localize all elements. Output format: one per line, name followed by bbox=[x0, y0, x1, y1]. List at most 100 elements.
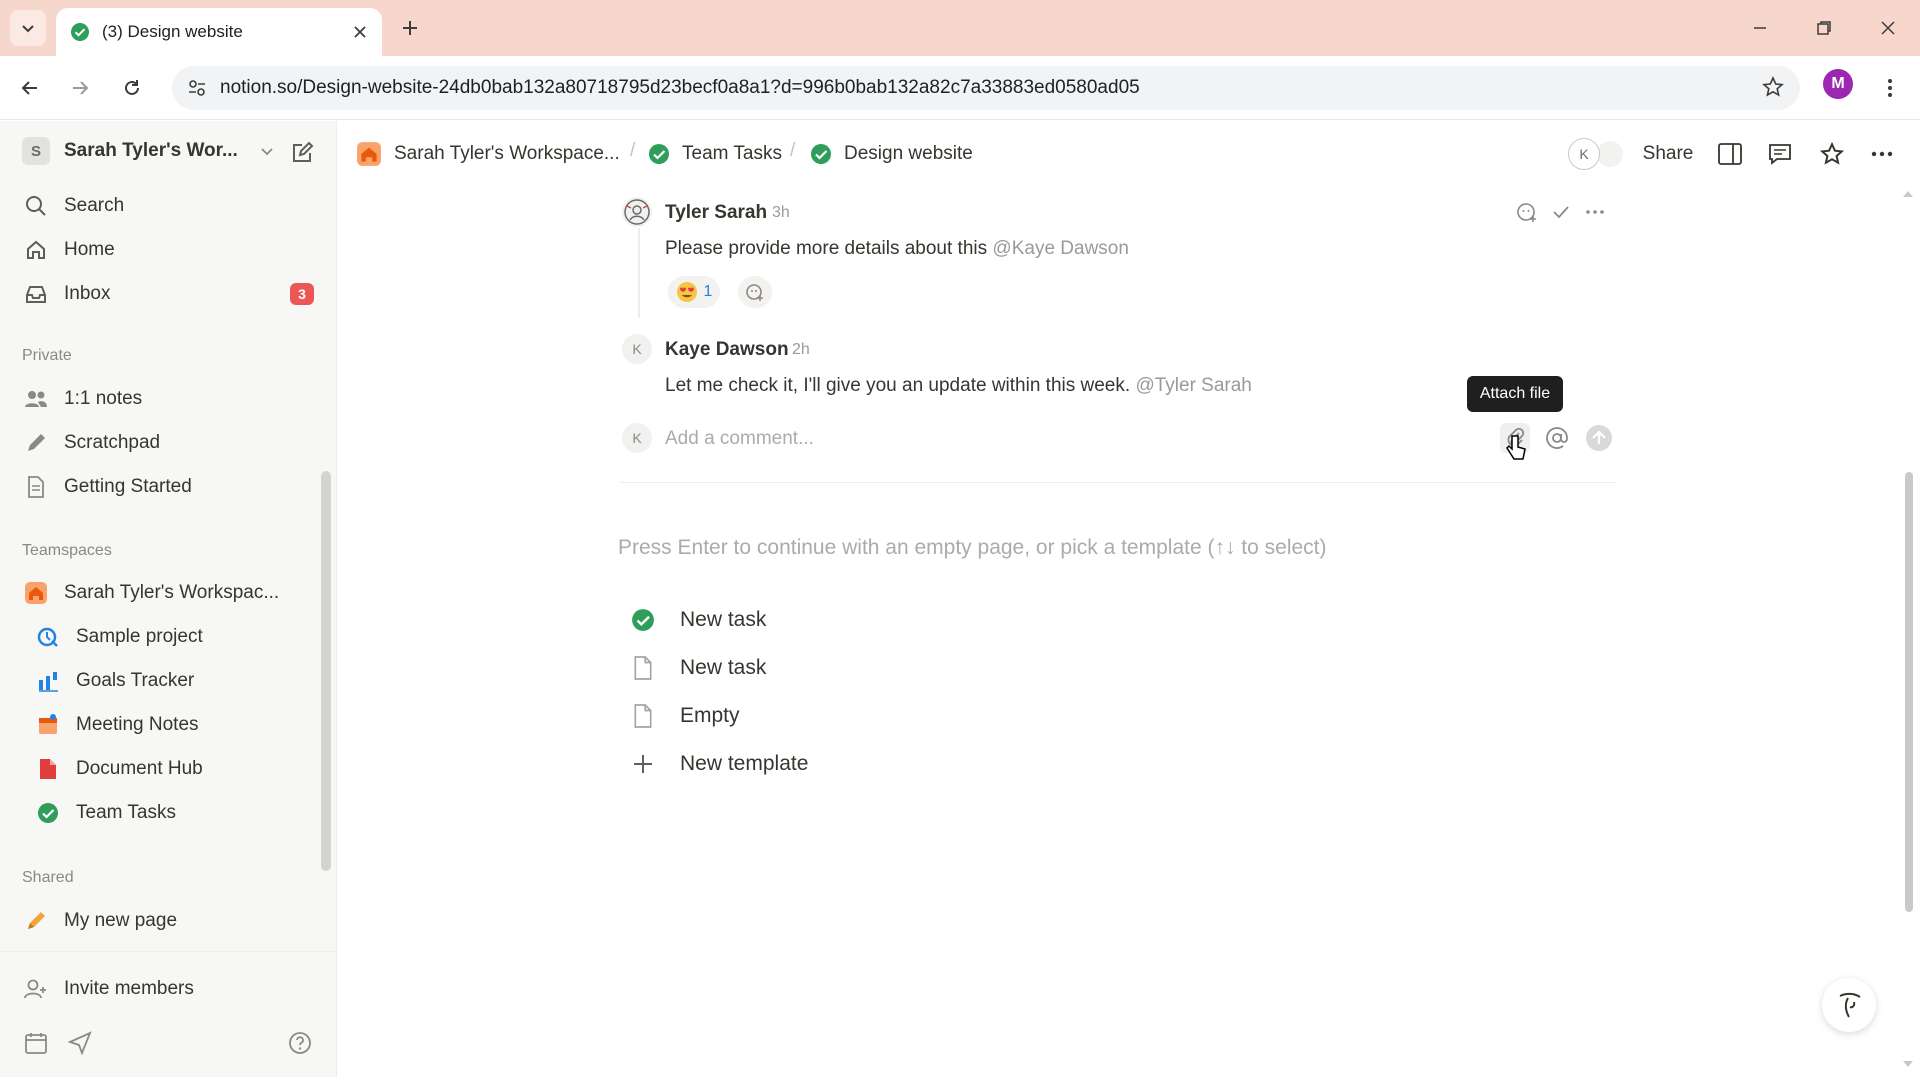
section-label-teamspaces[interactable]: Teamspaces bbox=[22, 542, 112, 560]
favorite-button[interactable] bbox=[1816, 138, 1848, 170]
arrow-right-icon bbox=[73, 81, 89, 95]
sidebar-item-label: Goals Tracker bbox=[76, 670, 195, 691]
main-scrollbar[interactable] bbox=[1900, 190, 1916, 1070]
sidebar-item-document-hub[interactable]: Document Hub bbox=[34, 751, 203, 787]
url-text: notion.so/Design-website-24db0bab132a807… bbox=[220, 77, 1140, 98]
avatar-illustration-icon bbox=[624, 199, 650, 225]
comment-reaction-button[interactable] bbox=[1512, 197, 1542, 227]
section-label-shared[interactable]: Shared bbox=[22, 869, 74, 887]
check-circle-icon bbox=[649, 144, 669, 164]
sidebar-item-teamspace[interactable]: Sarah Tyler's Workspac... bbox=[22, 575, 279, 611]
help-button[interactable] bbox=[288, 1031, 312, 1055]
help-icon bbox=[289, 1032, 311, 1054]
more-options-button[interactable] bbox=[1866, 138, 1898, 170]
restore-icon bbox=[1817, 21, 1831, 35]
comment-mention[interactable]: @Kaye Dawson bbox=[992, 238, 1129, 259]
share-button[interactable]: Share bbox=[1640, 138, 1696, 170]
sidebar-item-1-1-notes[interactable]: 1:1 notes bbox=[22, 381, 142, 417]
more-horizontal-icon bbox=[1586, 210, 1604, 214]
emoji-reaction[interactable]: 1 bbox=[668, 276, 720, 308]
sidebar-item-label: Home bbox=[64, 239, 115, 260]
project-icon bbox=[37, 627, 58, 647]
forward-button[interactable] bbox=[62, 70, 98, 106]
add-emoji-icon bbox=[746, 284, 763, 301]
breadcrumb-separator: / bbox=[790, 140, 796, 161]
breadcrumb-team-tasks[interactable]: Team Tasks bbox=[648, 140, 782, 168]
inbox-count-badge: 3 bbox=[290, 283, 314, 305]
breadcrumb-label: Sarah Tyler's Workspace... bbox=[394, 143, 620, 164]
presence-avatar[interactable]: K bbox=[1568, 138, 1600, 170]
breadcrumb-workspace[interactable]: Sarah Tyler's Workspace... bbox=[356, 140, 620, 168]
comment-avatar[interactable] bbox=[622, 197, 652, 227]
sidebar-item-inbox[interactable]: Inbox bbox=[22, 276, 110, 312]
comment-avatar[interactable]: K bbox=[622, 334, 652, 364]
section-label-private[interactable]: Private bbox=[22, 347, 72, 365]
site-info-icon[interactable] bbox=[186, 77, 208, 99]
template-option-new-task-blank[interactable]: New task bbox=[630, 652, 766, 684]
new-page-button[interactable] bbox=[290, 141, 314, 165]
plus-icon bbox=[403, 21, 417, 35]
sidebar-item-label: Team Tasks bbox=[76, 802, 176, 823]
sidebar-item-goals-tracker[interactable]: Goals Tracker bbox=[34, 663, 194, 699]
template-label: New task bbox=[680, 656, 767, 679]
add-comment-input[interactable]: Add a comment... bbox=[665, 428, 814, 450]
at-sign-icon bbox=[1546, 427, 1568, 449]
sidebar-item-sample-project[interactable]: Sample project bbox=[34, 619, 203, 655]
comment-author[interactable]: Tyler Sarah bbox=[665, 202, 767, 224]
presence-avatar-secondary bbox=[1597, 141, 1623, 167]
template-option-new-template[interactable]: New template bbox=[630, 748, 808, 780]
workspace-switcher[interactable]: S Sarah Tyler's Wor... bbox=[22, 137, 274, 165]
active-browser-tab[interactable]: (3) Design website bbox=[56, 8, 382, 56]
updates-button[interactable] bbox=[68, 1031, 92, 1055]
address-bar[interactable]: notion.so/Design-website-24db0bab132a807… bbox=[172, 66, 1800, 110]
close-tab-icon[interactable] bbox=[352, 24, 368, 40]
more-horizontal-icon bbox=[1871, 151, 1893, 157]
sidebar-item-getting-started[interactable]: Getting Started bbox=[22, 469, 192, 505]
sidebar-divider bbox=[0, 951, 336, 952]
close-icon bbox=[1881, 21, 1895, 35]
add-emoji-icon bbox=[1517, 203, 1536, 222]
comment-mention[interactable]: @Tyler Sarah bbox=[1135, 375, 1251, 396]
bookmark-star-icon[interactable] bbox=[1762, 76, 1784, 98]
invite-members-button[interactable]: Invite members bbox=[22, 971, 194, 1007]
new-tab-button[interactable] bbox=[396, 14, 424, 42]
sidebar-scrollbar[interactable] bbox=[320, 353, 332, 873]
sidebar-item-my-new-page[interactable]: My new page bbox=[22, 903, 177, 939]
breadcrumb-design-website[interactable]: Design website bbox=[810, 140, 973, 168]
template-label: New template bbox=[680, 752, 809, 775]
template-label: Empty bbox=[680, 704, 740, 727]
sidebar-item-scratchpad[interactable]: Scratchpad bbox=[22, 425, 160, 461]
add-person-icon bbox=[24, 979, 46, 999]
compose-icon bbox=[293, 141, 314, 162]
page-icon bbox=[28, 476, 44, 498]
sidebar-item-meeting-notes[interactable]: Meeting Notes bbox=[34, 707, 199, 743]
notion-ai-button[interactable] bbox=[1822, 978, 1876, 1032]
sidebar-item-search[interactable]: Search bbox=[22, 188, 124, 224]
template-option-empty[interactable]: Empty bbox=[630, 700, 740, 732]
people-icon bbox=[25, 391, 47, 407]
mention-button[interactable] bbox=[1542, 423, 1572, 453]
comment-more-button[interactable] bbox=[1580, 197, 1610, 227]
send-comment-button[interactable] bbox=[1584, 423, 1614, 453]
sidebar-item-home[interactable]: Home bbox=[22, 232, 115, 268]
back-button[interactable] bbox=[12, 70, 48, 106]
close-window-button[interactable] bbox=[1868, 12, 1908, 44]
document-icon bbox=[40, 759, 56, 779]
profile-avatar[interactable]: M bbox=[1823, 69, 1853, 99]
calendar-button[interactable] bbox=[24, 1031, 48, 1055]
sidebar-item-label: Meeting Notes bbox=[76, 714, 199, 735]
reload-button[interactable] bbox=[114, 70, 150, 106]
side-peek-button[interactable] bbox=[1714, 138, 1746, 170]
browser-menu-button[interactable] bbox=[1872, 70, 1908, 106]
sidebar-item-team-tasks[interactable]: Team Tasks bbox=[34, 795, 176, 831]
template-option-new-task[interactable]: New task bbox=[630, 604, 766, 636]
search-icon bbox=[26, 196, 46, 216]
resolve-comment-button[interactable] bbox=[1546, 197, 1576, 227]
sidebar: S Sarah Tyler's Wor... Search Home Inbox… bbox=[0, 121, 337, 1077]
add-reaction-button[interactable] bbox=[738, 276, 772, 308]
comments-button[interactable] bbox=[1764, 138, 1796, 170]
comment-author[interactable]: Kaye Dawson bbox=[665, 339, 789, 361]
tab-search-button[interactable] bbox=[10, 10, 46, 46]
restore-button[interactable] bbox=[1804, 12, 1844, 44]
minimize-button[interactable] bbox=[1740, 12, 1780, 44]
